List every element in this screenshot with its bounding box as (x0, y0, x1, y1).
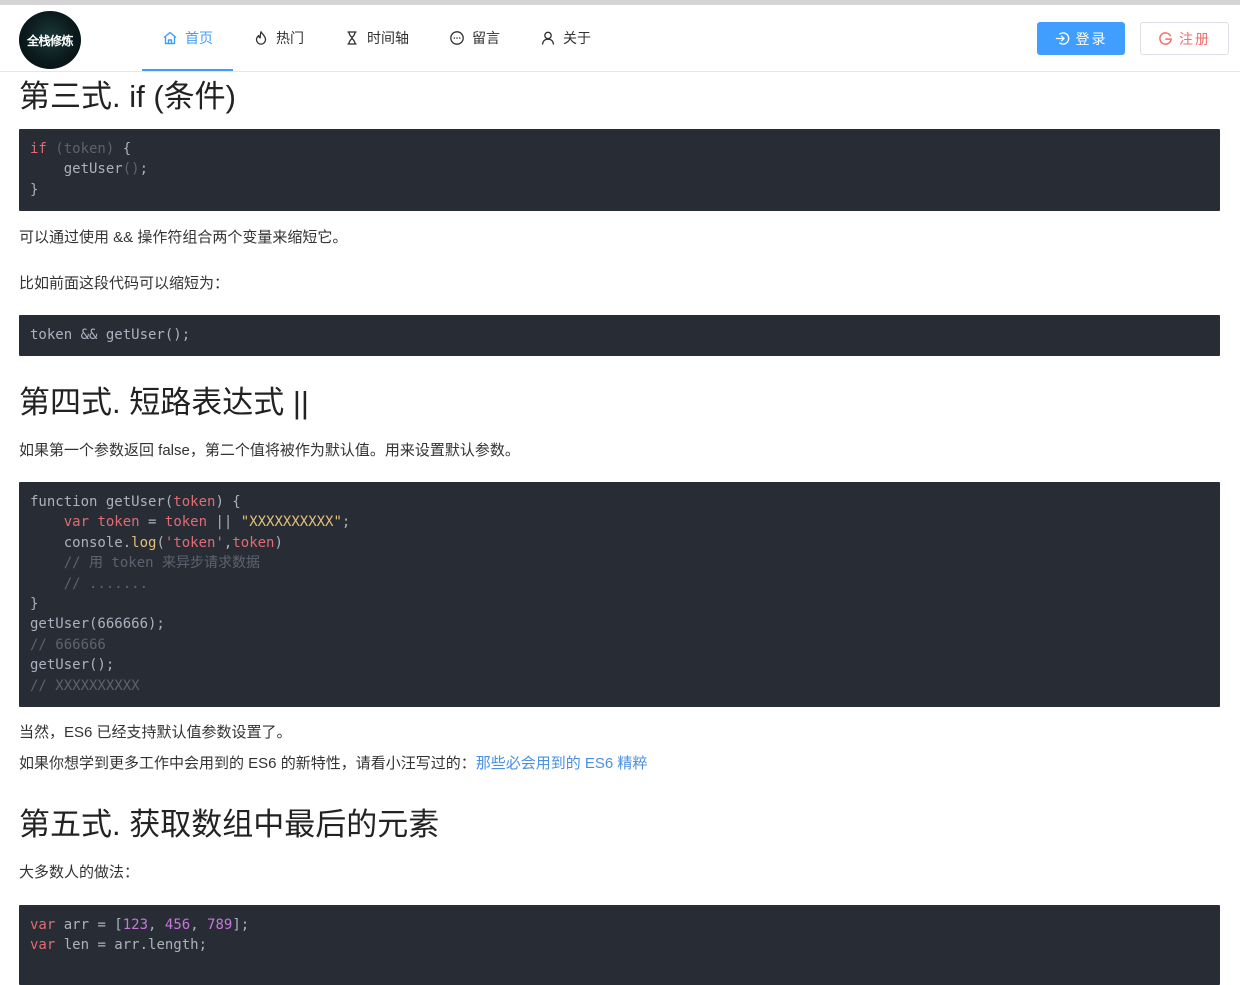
register-label: 注册 (1179, 30, 1211, 47)
section-heading: 第三式. if (条件) (19, 79, 236, 114)
paragraph: 如果第一个参数返回 false，第二个值将被作为默认值。用来设置默认参数。 (19, 442, 520, 459)
chat-icon (449, 30, 465, 46)
nav-label: 热门 (276, 30, 304, 46)
hourglass-icon (344, 30, 360, 46)
nav-label: 关于 (563, 30, 591, 46)
login-icon (1055, 31, 1070, 46)
paragraph: 可以通过使用 && 操作符组合两个变量来缩短它。 (19, 229, 348, 246)
nav-item-hot[interactable]: 热门 (233, 5, 324, 71)
site-logo[interactable]: 全栈修炼 (19, 11, 81, 69)
paragraph: 当然，ES6 已经支持默认值参数设置了。 (19, 724, 292, 741)
code-block: function getUser(token) { var token = to… (19, 482, 1220, 707)
user-icon (540, 30, 556, 46)
login-label: 登录 (1075, 30, 1108, 47)
nav-item-message[interactable]: 留言 (429, 5, 520, 71)
nav-item-about[interactable]: 关于 (520, 5, 611, 71)
register-button[interactable]: 注册 (1140, 22, 1229, 55)
login-button[interactable]: 登录 (1037, 22, 1125, 55)
google-icon (1158, 31, 1173, 46)
code-block: token && getUser(); (19, 315, 1220, 356)
nav-label: 留言 (472, 30, 500, 46)
section-heading: 第四式. 短路表达式 || (19, 385, 309, 420)
logo-text: 全栈修炼 (26, 33, 74, 48)
es6-article-link[interactable]: 那些必会用到的 ES6 精粹 (476, 755, 648, 772)
section-heading: 第五式. 获取数组中最后的元素 (19, 807, 440, 842)
fire-icon (253, 30, 269, 46)
home-icon (162, 30, 178, 46)
main-nav: 首页 热门 时间轴 留言 关于 (142, 5, 611, 71)
paragraph: 比如前面这段代码可以缩短为： (19, 275, 230, 292)
code-block: var arr = [123, 456, 789]; var len = arr… (19, 905, 1220, 985)
nav-label: 时间轴 (367, 30, 409, 46)
site-header: 全栈修炼 首页 热门 时间轴 留言 关于 登录 注册 (0, 5, 1240, 72)
paragraph: 如果你想学到更多工作中会用到的 ES6 的新特性，请看小汪写过的：那些必会用到的… (19, 755, 648, 772)
nav-item-home[interactable]: 首页 (142, 5, 233, 71)
nav-label: 首页 (185, 30, 213, 46)
code-block: if (token) { getUser(); } (19, 129, 1220, 211)
paragraph: 大多数人的做法： (19, 864, 140, 881)
nav-item-timeline[interactable]: 时间轴 (324, 5, 429, 71)
